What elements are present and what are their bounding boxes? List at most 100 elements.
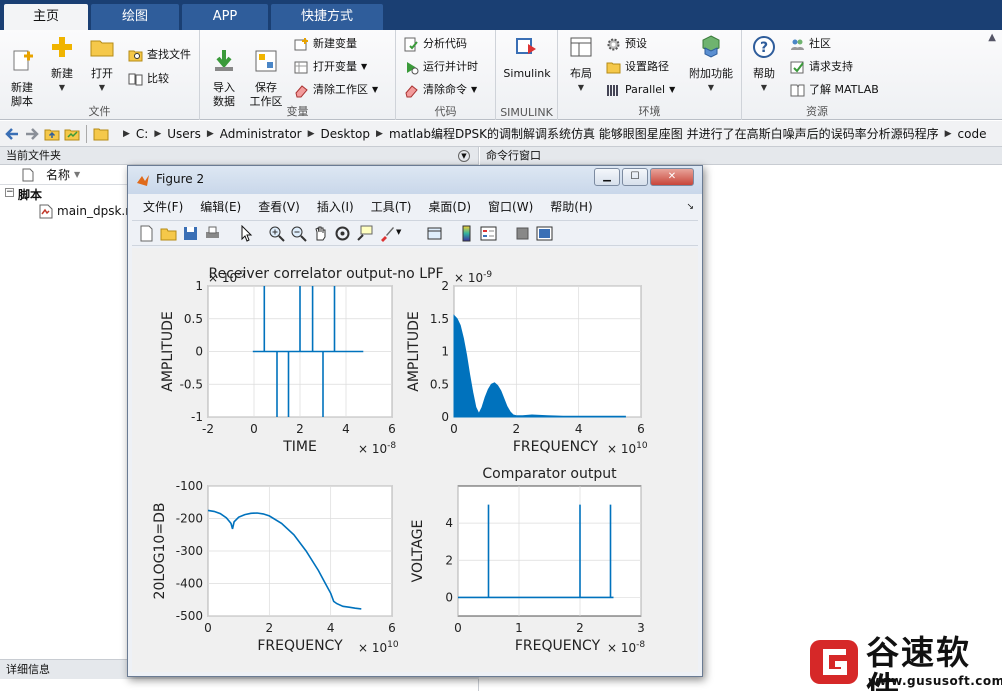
x-tick-label: 4 <box>342 422 350 436</box>
addons-button[interactable]: 附加功能 ▼ <box>686 34 736 95</box>
parallel-button[interactable]: Parallel ▼ <box>606 80 675 100</box>
new-variable-icon <box>294 37 308 50</box>
menu-edit[interactable]: 编辑(E) <box>200 196 241 218</box>
open-variable-button[interactable]: 打开变量 ▼ <box>294 57 367 77</box>
import-data-button[interactable]: 导入 数据 <box>206 34 242 109</box>
maximize-button[interactable]: ☐ <box>622 168 648 186</box>
figure-title-bar[interactable]: Figure 2 ▁ ☐ ✕ <box>128 166 702 194</box>
collapse-ribbon-icon[interactable]: ▲ <box>988 32 996 43</box>
tab-apps[interactable]: APP <box>182 4 268 30</box>
subplot-3: 0 2 4 6 -500 -400 -300 -200 -100 FREQUENCY 20LOG10… <box>152 479 399 655</box>
group-environment: 布局 ▼ 预设 设置路径 Parallel ▼ 附加功能 ▼ 环境 <box>558 30 742 120</box>
breadcrumb-code[interactable]: code <box>958 127 987 141</box>
command-window-title: 命令行窗口 <box>486 149 541 162</box>
y-tick-label: 2 <box>441 279 449 293</box>
watermark: 谷速软件 www.gususoft.com <box>808 632 1002 691</box>
find-files-button[interactable]: 查找文件 <box>128 45 191 65</box>
community-label: 社区 <box>809 37 831 50</box>
community-icon <box>791 39 804 50</box>
layout-button[interactable]: 布局 ▼ <box>564 34 598 95</box>
m-file-icon <box>39 204 53 219</box>
analyze-code-label: 分析代码 <box>423 37 467 50</box>
analyze-code-button[interactable]: 分析代码 <box>404 34 467 54</box>
zoom-out-icon[interactable] <box>290 225 307 242</box>
details-title: 详细信息 <box>6 663 50 676</box>
menu-window[interactable]: 窗口(W) <box>488 196 533 218</box>
legend-icon[interactable] <box>480 225 497 242</box>
new-variable-button[interactable]: 新建变量 <box>294 34 357 54</box>
help-button[interactable]: ? 帮助 ▼ <box>748 34 780 95</box>
breadcrumb-users[interactable]: Users <box>167 127 201 141</box>
menu-tools[interactable]: 工具(T) <box>371 196 412 218</box>
addons-label: 附加功能 <box>689 67 733 80</box>
menu-help[interactable]: 帮助(H) <box>550 196 592 218</box>
rotate-icon[interactable] <box>334 225 351 242</box>
collapse-icon[interactable]: − <box>5 188 14 197</box>
menu-file[interactable]: 文件(F) <box>143 196 183 218</box>
layout-icon <box>570 37 592 57</box>
save-icon[interactable] <box>182 225 199 242</box>
back-arrow-icon[interactable] <box>4 126 20 142</box>
pointer-icon[interactable] <box>238 225 255 242</box>
set-path-button[interactable]: 设置路径 <box>606 57 669 77</box>
breadcrumb-desktop[interactable]: Desktop <box>321 127 371 141</box>
tab-shortcuts[interactable]: 快捷方式 <box>271 4 383 30</box>
data-cursor-icon[interactable] <box>356 225 373 242</box>
new-script-button[interactable]: 新建 脚本 <box>4 34 40 109</box>
hide-plot-tools-icon[interactable] <box>514 225 531 242</box>
browse-folder-icon[interactable] <box>64 126 80 142</box>
name-column-header[interactable]: 名称 <box>46 165 70 185</box>
new-figure-icon[interactable] <box>138 225 155 242</box>
brush-icon[interactable] <box>378 225 395 242</box>
new-button[interactable]: 新建 ▼ <box>44 34 80 95</box>
dock-arrow-icon[interactable]: ↘ <box>686 196 694 218</box>
pan-icon[interactable] <box>312 225 329 242</box>
folder-icon <box>93 128 109 140</box>
plot-area[interactable]: -2 0 2 4 6-1-0.500.51Receiver correlator out… <box>132 248 698 672</box>
clear-workspace-dropdown-icon: ▼ <box>372 85 379 94</box>
address-bar: ▶ C: ▶ Users ▶ Administrator ▶ Desktop ▶… <box>0 121 1002 147</box>
open-button[interactable]: 打开 ▼ <box>84 34 120 95</box>
save-workspace-icon <box>255 50 277 72</box>
run-and-time-button[interactable]: 运行并计时 <box>404 57 478 77</box>
open-file-icon[interactable] <box>160 225 177 242</box>
community-button[interactable]: 社区 <box>790 34 831 54</box>
breadcrumb-administrator[interactable]: Administrator <box>220 127 302 141</box>
brush-dropdown-icon[interactable]: ▼ <box>396 228 401 236</box>
menu-insert[interactable]: 插入(I) <box>317 196 354 218</box>
show-plot-tools-icon[interactable] <box>536 225 553 242</box>
save-workspace-button[interactable]: 保存 工作区 <box>246 34 286 109</box>
x-tick-label: 6 <box>388 621 396 635</box>
learn-matlab-button[interactable]: 了解 MATLAB <box>790 80 879 100</box>
breadcrumb-project-folder[interactable]: matlab编程DPSK的调制解调系统仿真 能够眼图星座图 并进行了在高斯白噪声… <box>389 125 939 142</box>
request-support-button[interactable]: 请求支持 <box>790 57 853 77</box>
new-label: 新建 <box>51 67 73 80</box>
forward-arrow-icon[interactable] <box>24 126 40 142</box>
close-button[interactable]: ✕ <box>650 168 694 186</box>
open-variable-dropdown-icon: ▼ <box>361 62 368 71</box>
zoom-in-icon[interactable] <box>268 225 285 242</box>
x-tick-label: 1 <box>515 621 523 635</box>
panel-actions-icon[interactable]: ▼ <box>458 150 470 162</box>
figure-window[interactable]: Figure 2 ▁ ☐ ✕ 文件(F) 编辑(E) 查看(V) 插入(I) 工… <box>127 165 703 677</box>
link-icon[interactable] <box>426 225 443 242</box>
gear-icon <box>607 38 620 50</box>
open-dropdown-icon: ▼ <box>98 83 106 92</box>
sort-dropdown-icon[interactable]: ▼ <box>74 165 80 185</box>
group-code: 分析代码 运行并计时 清除命令 ▼ 代码 <box>396 30 496 120</box>
menu-view[interactable]: 查看(V) <box>258 196 300 218</box>
simulink-button[interactable]: Simulink <box>502 34 552 81</box>
tab-plots[interactable]: 绘图 <box>91 4 179 30</box>
print-icon[interactable] <box>204 225 221 242</box>
compare-button[interactable]: 比较 <box>128 69 169 89</box>
up-folder-icon[interactable] <box>44 126 60 142</box>
clear-workspace-button[interactable]: 清除工作区 ▼ <box>294 80 378 100</box>
minimize-button[interactable]: ▁ <box>594 168 620 186</box>
breadcrumb-drive[interactable]: C: <box>136 127 148 141</box>
clear-commands-button[interactable]: 清除命令 ▼ <box>404 80 477 100</box>
colorbar-icon[interactable] <box>458 225 475 242</box>
preferences-button[interactable]: 预设 <box>606 34 647 54</box>
watermark-url: www.gususoft.com <box>868 674 1002 688</box>
tab-home[interactable]: 主页 <box>4 4 88 30</box>
menu-desktop[interactable]: 桌面(D) <box>428 196 471 218</box>
